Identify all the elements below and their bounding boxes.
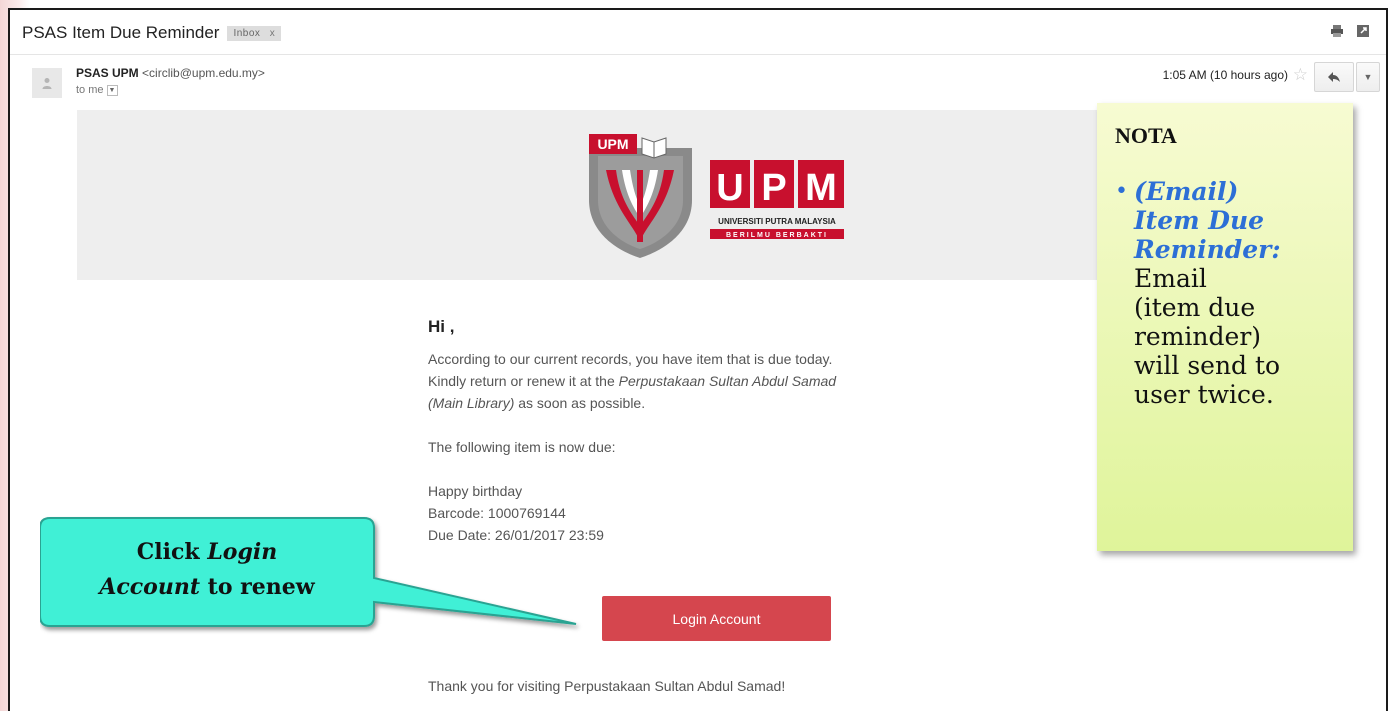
chevron-down-icon: ▼ — [1363, 72, 1373, 82]
nota-text-line: (item due — [1133, 293, 1256, 322]
callout-line1a: Click — [137, 539, 208, 565]
recipient: to me ▼ — [76, 84, 118, 96]
remove-label-icon[interactable]: x — [270, 28, 276, 39]
more-button[interactable]: ▼ — [1356, 62, 1380, 92]
sender-name[interactable]: PSAS UPM — [76, 66, 139, 80]
recipient-text: to me — [76, 84, 104, 96]
nota-text-line: user twice. — [1133, 380, 1274, 409]
star-icon[interactable]: ☆ — [1293, 66, 1308, 83]
callout-line2a: Account — [97, 574, 200, 600]
nota-em-line3: Reminder: — [1133, 235, 1281, 264]
nota-item: • (Email) Item Due Reminder: Email (item… — [1115, 177, 1335, 409]
greeting: Hi , — [428, 317, 455, 336]
svg-text:M: M — [805, 167, 837, 209]
svg-text:U: U — [716, 167, 743, 209]
new-window-icon[interactable] — [1356, 24, 1370, 38]
nota-content: (Email) Item Due Reminder: Email (item d… — [1134, 177, 1281, 409]
item-title: Happy birthday — [428, 483, 523, 499]
email-time: 1:05 AM (10 hours ago) — [1162, 68, 1288, 82]
logo-university: UNIVERSITI PUTRA MALAYSIA — [718, 217, 836, 226]
nota-note: NOTA • (Email) Item Due Reminder: Email … — [1097, 103, 1353, 551]
para1-line2: Kindly return or renew it at the Perpust… — [428, 373, 837, 389]
para1-line1: According to our current records, you ha… — [428, 351, 833, 367]
bullet-icon: • — [1115, 179, 1128, 204]
callout-bubble: Click Login Account to renew — [39, 516, 600, 641]
upm-logo: UPM U P M UNIVERSITI PUTRA MALAYSIA BERI… — [584, 130, 854, 260]
para2: The following item is now due: — [428, 439, 616, 455]
print-icon[interactable] — [1330, 24, 1344, 38]
nota-text-line: Email — [1133, 264, 1207, 293]
login-account-button[interactable]: Login Account — [602, 596, 831, 641]
email-body: Hi , According to our current records, y… — [428, 316, 988, 546]
person-icon — [32, 68, 62, 98]
library-name-2: (Main Library) — [428, 395, 515, 411]
library-name: Perpustakaan Sultan Abdul Samad — [618, 373, 837, 389]
logo-badge-text: UPM — [597, 136, 628, 152]
svg-text:Account to renew: Account to renew — [97, 574, 315, 600]
sender-email: <circlib@upm.edu.my> — [142, 66, 265, 80]
sender: PSAS UPM <circlib@upm.edu.my> — [76, 66, 265, 80]
nota-text-line: reminder) — [1133, 322, 1262, 351]
inbox-label[interactable]: Inbox x — [227, 25, 282, 41]
reply-button[interactable] — [1314, 62, 1354, 92]
callout-line1b: Login — [206, 539, 277, 565]
reply-icon — [1328, 72, 1340, 82]
para1-line3: (Main Library) as soon as possible. — [428, 395, 646, 411]
callout-line2b: to renew — [200, 574, 316, 600]
nota-title: NOTA — [1115, 123, 1177, 148]
subject-row: PSAS Item Due Reminder Inbox x — [22, 20, 282, 46]
recipient-details-icon[interactable]: ▼ — [106, 84, 118, 96]
nota-em-line2: Item Due — [1133, 206, 1265, 235]
email-banner: UPM U P M UNIVERSITI PUTRA MALAYSIA BERI… — [77, 110, 1172, 280]
logo-motto: BERILMU BERBAKTI — [726, 232, 828, 239]
thanks-text: Thank you for visiting Perpustakaan Sult… — [428, 678, 786, 694]
header-divider — [10, 54, 1386, 55]
inbox-label-text: Inbox — [233, 27, 261, 39]
svg-text:Click Login: Click Login — [137, 539, 277, 565]
nota-em-line1: (Email) — [1133, 177, 1239, 206]
nota-text-line: will send to — [1133, 351, 1281, 380]
svg-text:P: P — [761, 167, 786, 209]
email-subject: PSAS Item Due Reminder — [22, 23, 220, 42]
top-icons — [1330, 24, 1370, 38]
